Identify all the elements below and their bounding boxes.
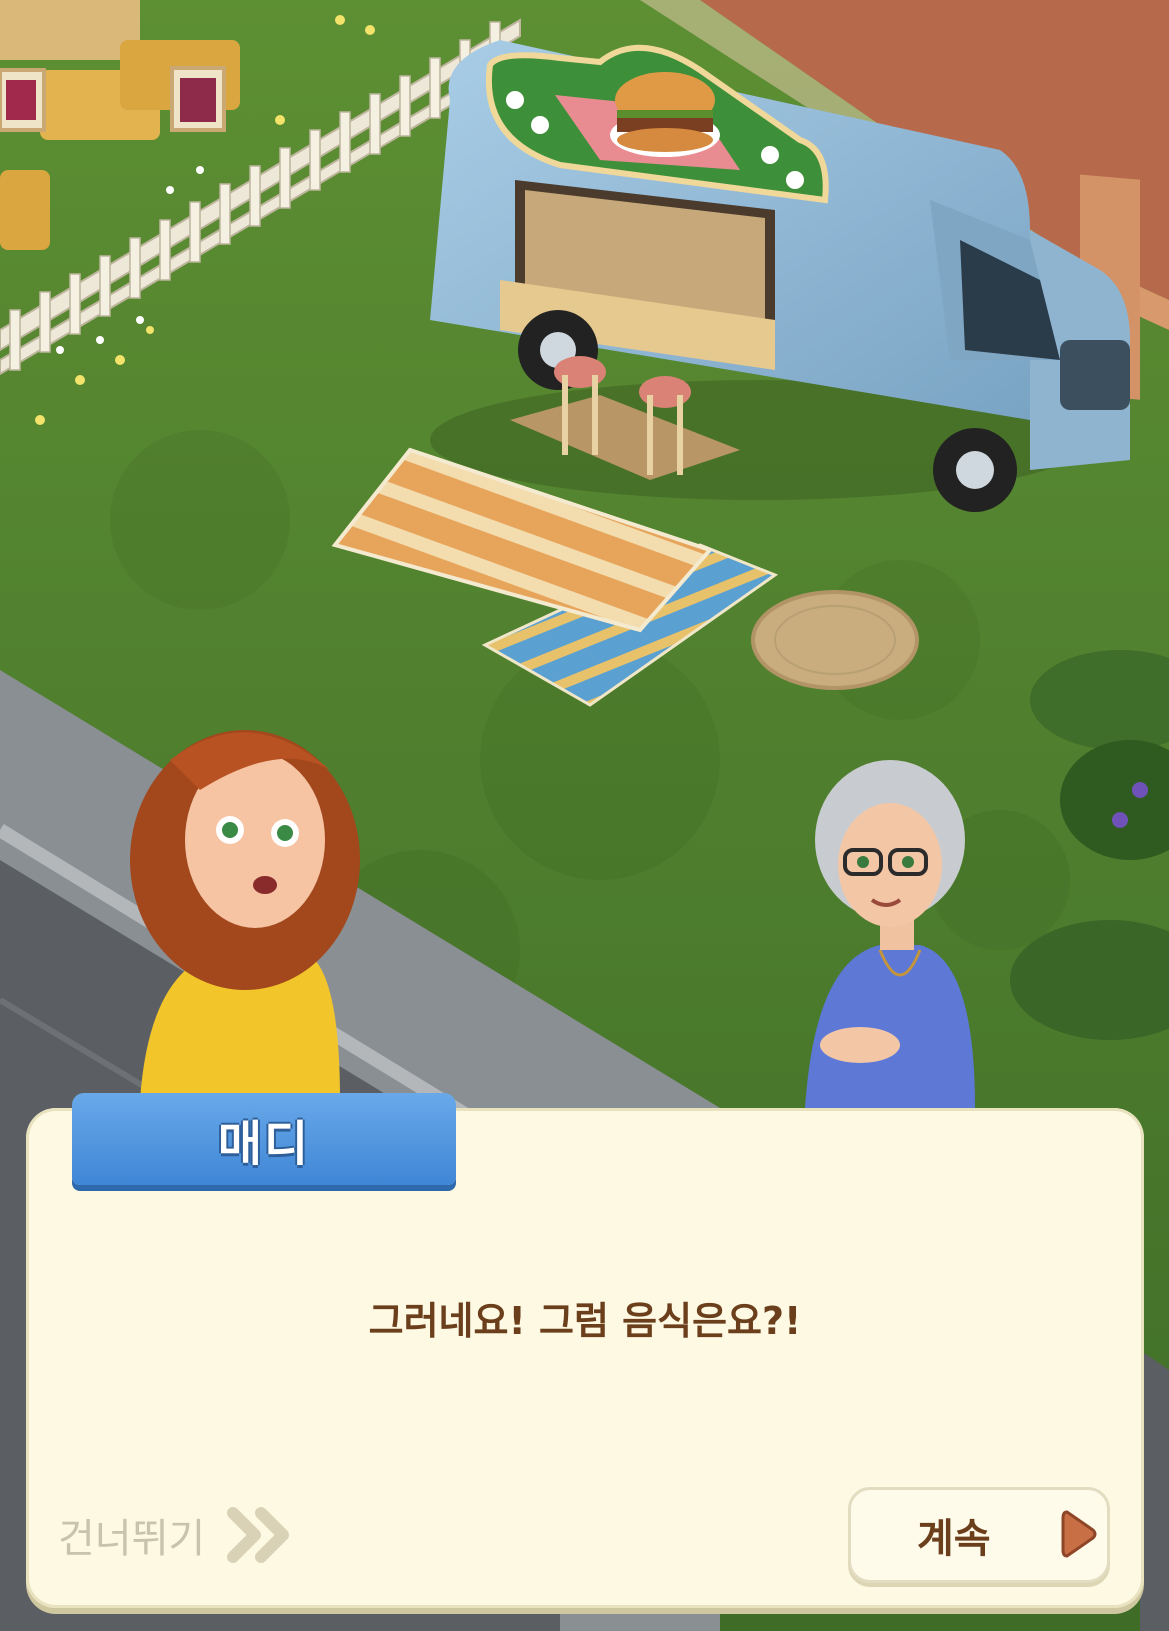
dialog-message: 그러네요! 그럼 음식은요?! [368,1299,802,1343]
speaker-name-tab: 매디 [72,1093,456,1185]
round-mat [751,590,919,690]
madi-character [130,730,360,1100]
skip-button[interactable]: 건너뛰기 [58,1500,295,1570]
skip-label: 건너뛰기 [58,1516,206,1562]
continue-button[interactable]: 계속 [848,1487,1110,1583]
continue-label: 계속 [917,1516,991,1562]
speaker-name: 매디 [217,1116,311,1172]
double-chevron-right-icon [227,1507,290,1563]
play-triangle-icon [1061,1510,1097,1558]
